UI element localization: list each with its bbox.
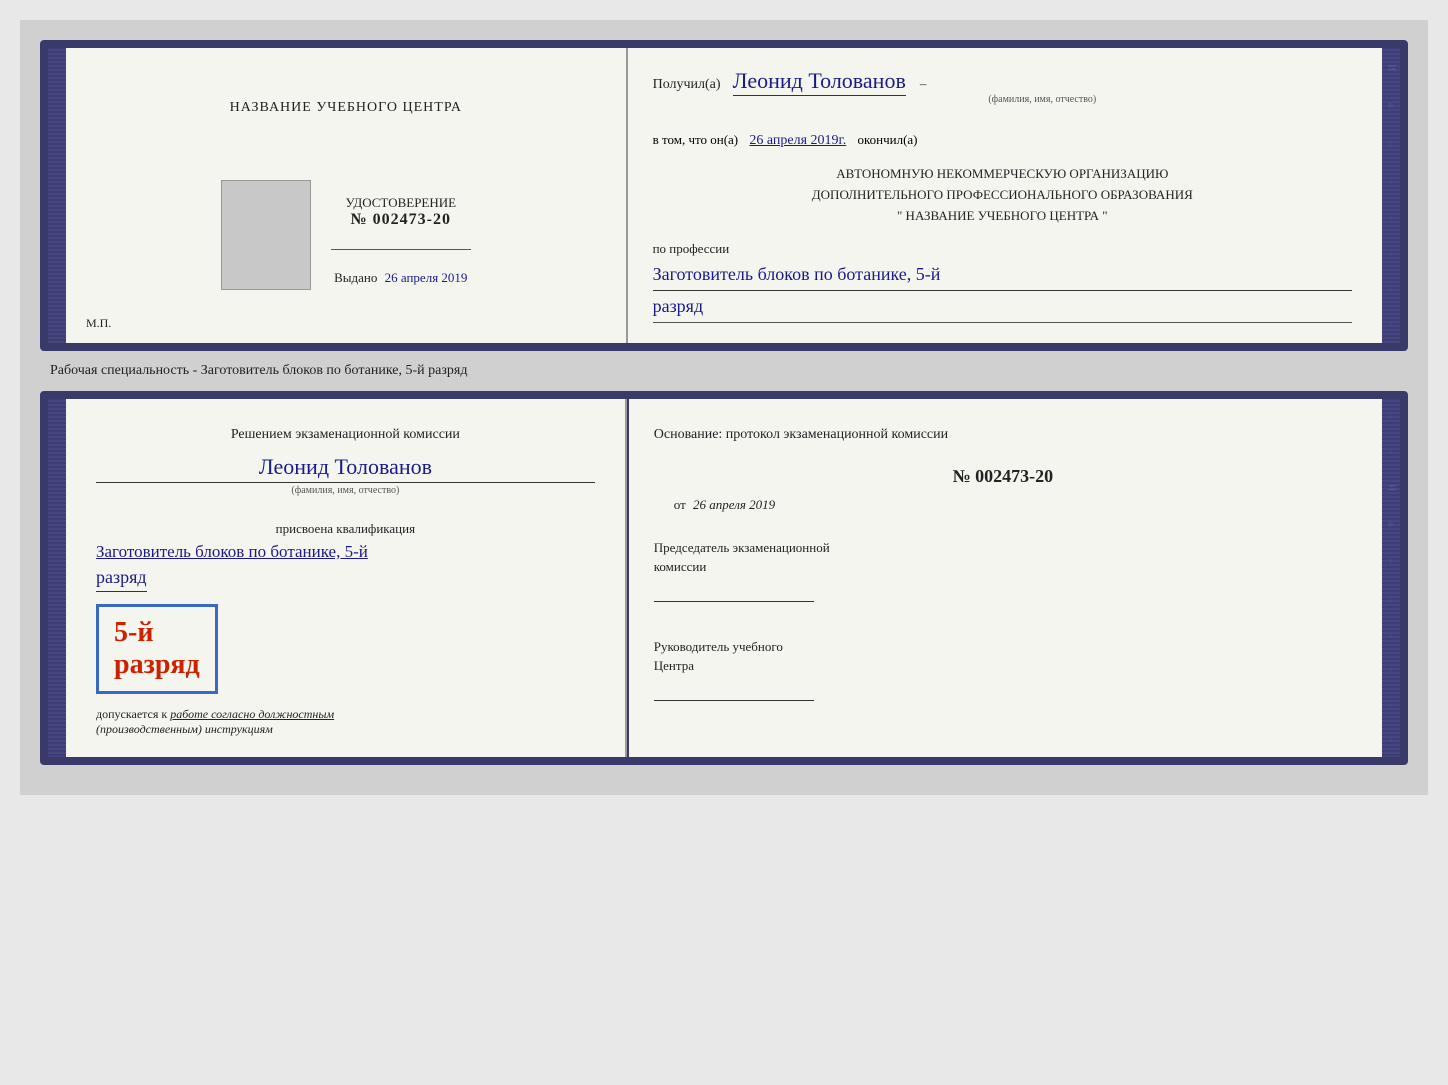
confirm-date: 26 апреля 2019г. — [749, 133, 846, 148]
profession-value: Заготовитель блоков по ботанике, 5-й — [653, 262, 1352, 290]
rank-value-top: разряд — [653, 296, 1352, 317]
bottom-edge-dash-5: – — [1387, 668, 1396, 672]
cert-number-val: 002473-20 — [373, 211, 451, 228]
admitted-prefix: допускается к — [96, 707, 167, 721]
top-doc-spine-left — [48, 48, 66, 343]
director-signature-line — [654, 681, 814, 701]
protocol-number: № 002473-20 — [654, 466, 1352, 487]
issued-date: 26 апреля 2019 — [385, 270, 468, 285]
rank-bottom: разряд — [96, 567, 147, 592]
issued-label: Выдано — [334, 270, 377, 285]
director-title2: Центра — [654, 658, 694, 673]
bottom-edge-dash-2: – — [1387, 449, 1396, 453]
top-doc-left-panel: НАЗВАНИЕ УЧЕБНОГО ЦЕНТРА УДОСТОВЕРЕНИЕ №… — [66, 48, 628, 343]
bottom-doc-left-panel: Решением экзаменационной комиссии Леонид… — [66, 399, 627, 757]
badge-number: 5-й — [114, 617, 200, 649]
bottom-edge-letter-3: ← — [1386, 557, 1397, 567]
bottom-doc-right-edge: – – И а ← – – – – – — [1382, 399, 1400, 757]
cert-number-prefix: № — [351, 211, 368, 228]
photo-placeholder — [221, 180, 311, 290]
edge-letter-2: а — [1386, 103, 1397, 107]
edge-dash-5: – — [1387, 323, 1396, 327]
photo-row: УДОСТОВЕРЕНИЕ № 002473-20 Выдано 26 апре… — [221, 180, 471, 290]
protocol-date-prefix: от — [674, 497, 686, 512]
admitted-line: допускается к работе согласно должностны… — [96, 707, 334, 722]
bottom-edge-dash-4: – — [1387, 633, 1396, 637]
edge-dash-4: – — [1387, 287, 1396, 291]
director-block: Руководитель учебного Центра — [654, 637, 1352, 701]
edge-dash-1: – — [1387, 180, 1396, 184]
edge-letter-1: И — [1386, 64, 1397, 71]
cert-number-area: УДОСТОВЕРЕНИЕ № 002473-20 — [345, 195, 456, 229]
commission-decision: Решением экзаменационной комиссии — [96, 424, 595, 446]
director-title1: Руководитель учебного — [654, 639, 783, 654]
bottom-edge-dash-6: – — [1387, 703, 1396, 707]
profession-label: по профессии — [653, 241, 1352, 257]
cert-label: УДОСТОВЕРЕНИЕ — [345, 195, 456, 211]
confirm-suffix: окончил(а) — [857, 132, 917, 147]
top-person-name: Леонид Толованов — [733, 68, 906, 96]
bottom-document-card: Решением экзаменационной комиссии Леонид… — [40, 391, 1408, 765]
edge-dash-2: – — [1387, 216, 1396, 220]
received-block: Получил(а) Леонид Толованов – (фамилия, … — [653, 68, 1352, 120]
name-hint-bottom: (фамилия, имя, отчество) — [96, 485, 595, 496]
director-title: Руководитель учебного Центра — [654, 637, 1352, 676]
chairman-title1: Председатель экзаменационной — [654, 540, 830, 555]
edge-letter-3: ← — [1386, 139, 1397, 149]
basis-label: Основание: протокол экзаменационной коми… — [654, 424, 1352, 446]
bottom-edge-dash-1: – — [1387, 414, 1396, 418]
dash-after-name: – — [920, 76, 927, 91]
org-block: АВТОНОМНУЮ НЕКОММЕРЧЕСКУЮ ОРГАНИЗАЦИЮ ДО… — [653, 164, 1352, 226]
issued-line: Выдано 26 апреля 2019 — [334, 270, 467, 286]
qualification-value: Заготовитель блоков по ботанике, 5-й — [96, 542, 595, 562]
bottom-edge-dash-7: – — [1387, 737, 1396, 741]
bottom-name-block: Леонид Толованов (фамилия, имя, отчество… — [96, 454, 595, 511]
badge-rank: разряд — [114, 649, 200, 680]
top-doc-right-panel: Получил(а) Леонид Толованов – (фамилия, … — [628, 48, 1382, 343]
training-center-title: НАЗВАНИЕ УЧЕБНОГО ЦЕНТРА — [230, 100, 462, 116]
admitted-italic: работе согласно должностным — [170, 707, 334, 721]
mp-label: М.П. — [86, 316, 111, 331]
org-line3: " НАЗВАНИЕ УЧЕБНОГО ЦЕНТРА " — [653, 206, 1352, 227]
confirm-block: в том, что он(а) 26 апреля 2019г. окончи… — [653, 132, 1352, 149]
chairman-block: Председатель экзаменационной комиссии — [654, 538, 1352, 602]
bottom-person-name: Леонид Толованов — [96, 454, 595, 483]
protocol-date: от 26 апреля 2019 — [654, 497, 1352, 513]
org-line2: ДОПОЛНИТЕЛЬНОГО ПРОФЕССИОНАЛЬНОГО ОБРАЗО… — [653, 185, 1352, 206]
bottom-edge-dash-3: – — [1387, 598, 1396, 602]
specialty-separator-text: Рабочая специальность - Заготовитель бло… — [40, 363, 1408, 379]
edge-dash-3: – — [1387, 252, 1396, 256]
bottom-doc-spine-left — [48, 399, 66, 757]
protocol-date-value: 26 апреля 2019 — [693, 497, 775, 512]
bottom-edge-letter-2: а — [1386, 522, 1397, 526]
admitted-italic2: (производственным) инструкциям — [96, 722, 273, 737]
chairman-title: Председатель экзаменационной комиссии — [654, 538, 1352, 577]
received-prefix: Получил(а) — [653, 77, 721, 92]
assigned-label: присвоена квалификация — [96, 521, 595, 537]
org-line1: АВТОНОМНУЮ НЕКОММЕРЧЕСКУЮ ОРГАНИЗАЦИЮ — [653, 164, 1352, 185]
rank-badge: 5-й разряд — [96, 604, 218, 694]
confirm-prefix: в том, что он(а) — [653, 132, 739, 147]
chairman-title2: комиссии — [654, 559, 707, 574]
bottom-edge-letter-1: И — [1386, 484, 1397, 491]
chairman-signature-line — [654, 582, 814, 602]
top-doc-right-edge: И а ← – – – – – — [1382, 48, 1400, 343]
top-document-card: НАЗВАНИЕ УЧЕБНОГО ЦЕНТРА УДОСТОВЕРЕНИЕ №… — [40, 40, 1408, 351]
cert-number: № 002473-20 — [345, 211, 456, 229]
cert-number-col: УДОСТОВЕРЕНИЕ № 002473-20 Выдано 26 апре… — [331, 185, 471, 286]
bottom-doc-right-panel: Основание: протокол экзаменационной коми… — [629, 399, 1382, 757]
page-container: НАЗВАНИЕ УЧЕБНОГО ЦЕНТРА УДОСТОВЕРЕНИЕ №… — [20, 20, 1428, 795]
